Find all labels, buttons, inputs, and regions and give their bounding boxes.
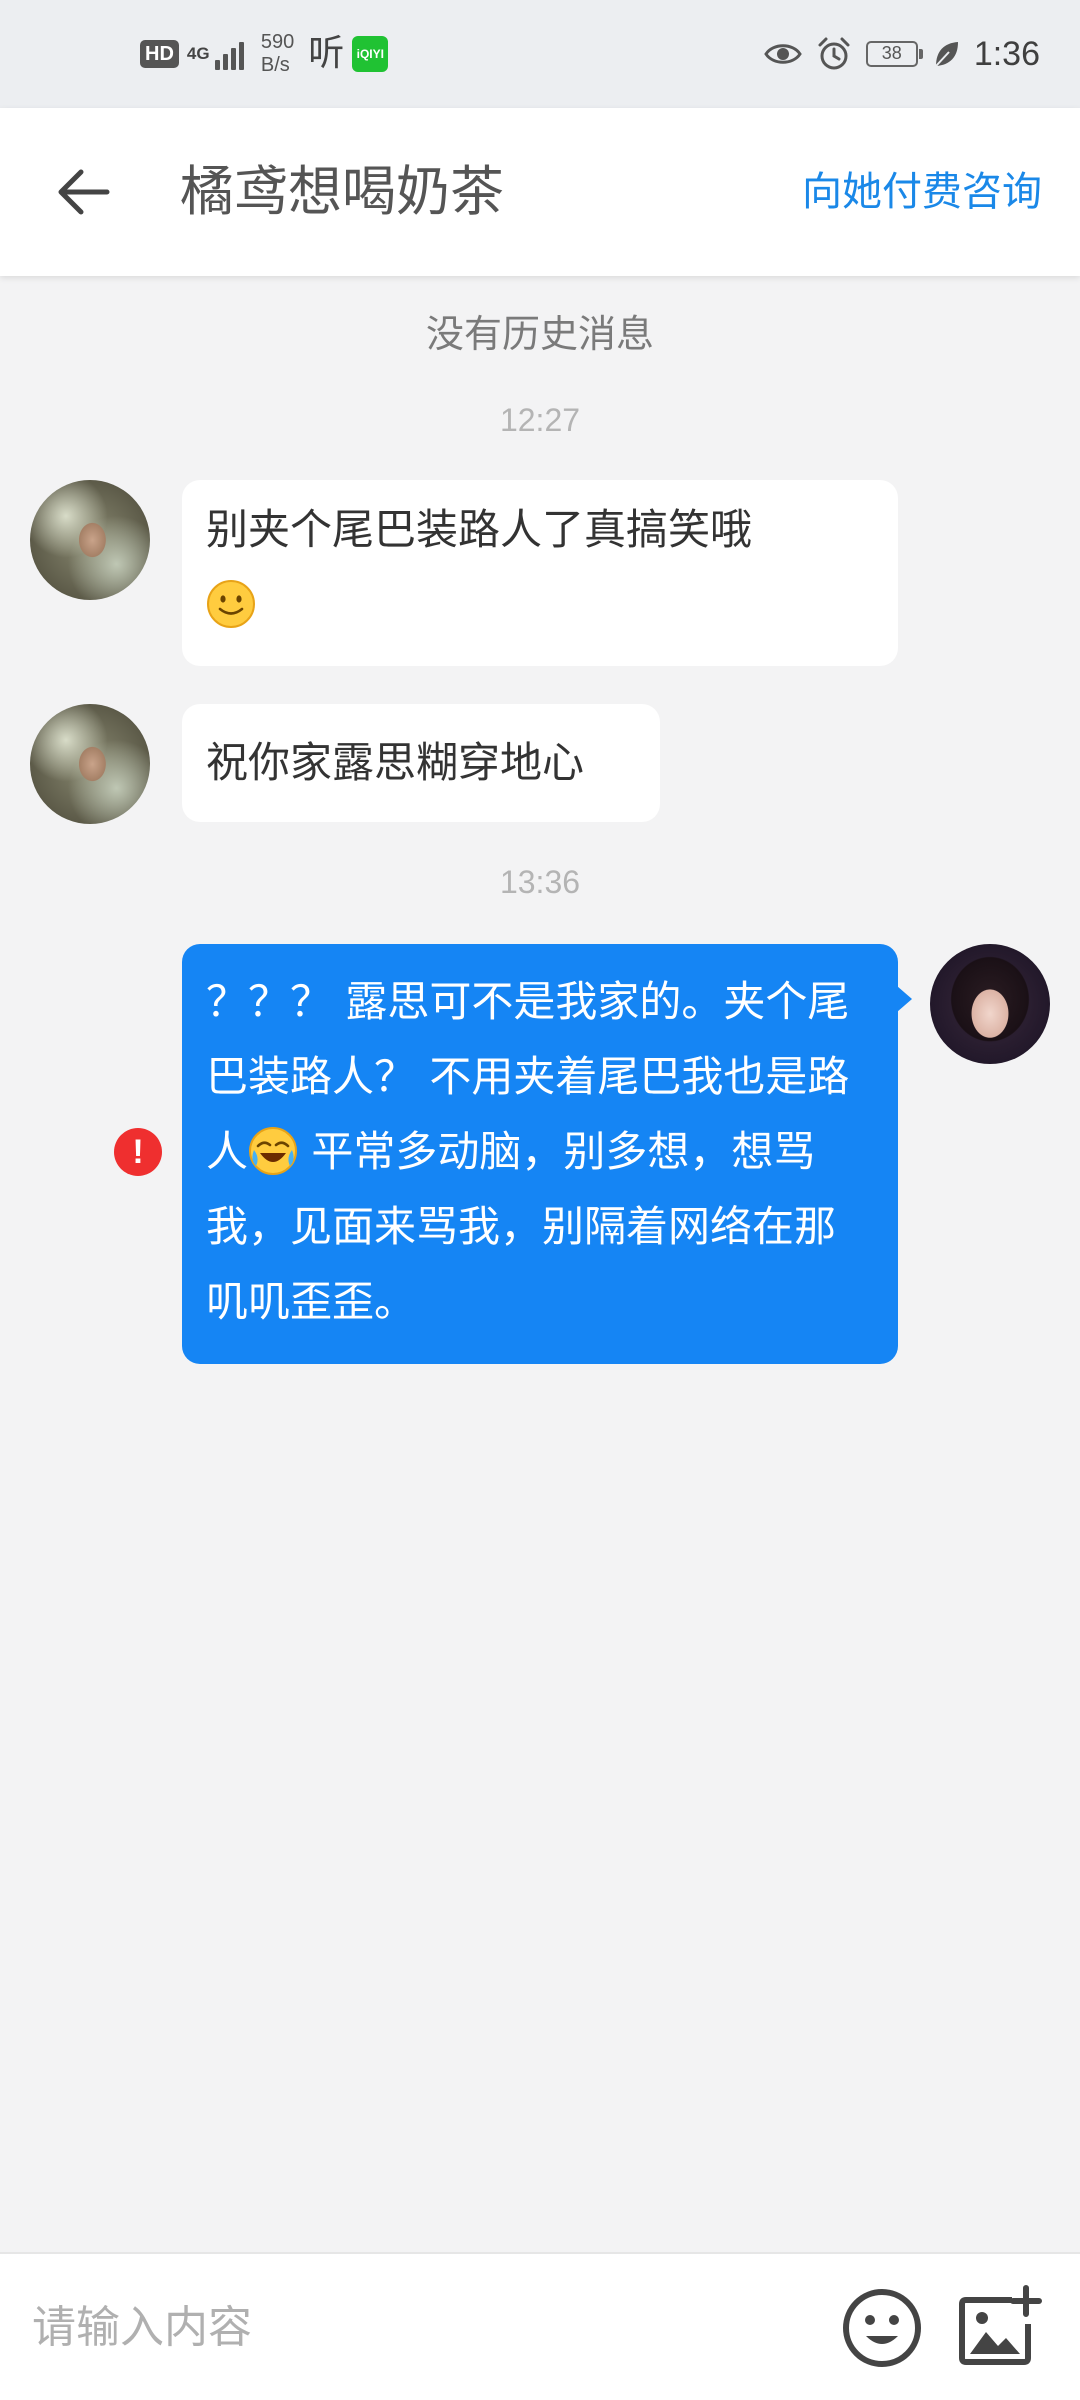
chat-screen: HD 4G 590 B/s 听 iQIYI 38 1:36 橘鸢想喝奶茶 向她付… xyxy=(0,0,1080,2400)
network-speed-unit: B/s xyxy=(260,54,290,76)
iqiyi-app-icon: iQIYI xyxy=(352,36,389,72)
message-input[interactable] xyxy=(32,2292,792,2362)
error-icon[interactable]: ! xyxy=(114,1128,162,1176)
network-speed: 590 B/s xyxy=(261,31,294,77)
message-text: 别夹个尾巴装路人了真搞笑哦 xyxy=(206,505,753,554)
eye-icon xyxy=(764,44,802,64)
no-history-label: 没有历史消息 xyxy=(425,312,654,356)
input-bar xyxy=(0,2252,1080,2400)
message-text-part2: 平常多动脑，别多想，想骂我，见面来骂我，别隔着网络在那叽叽歪歪。 xyxy=(206,1127,837,1326)
message-text: 祝你家露思糊穿地心 xyxy=(206,738,585,787)
incoming-message-bubble[interactable]: 别夹个尾巴装路人了真搞笑哦 xyxy=(182,480,898,666)
contact-avatar[interactable] xyxy=(30,704,150,824)
status-bar: HD 4G 590 B/s 听 iQIYI 38 1:36 xyxy=(0,0,1080,108)
emoji-button[interactable] xyxy=(840,2286,924,2370)
contact-avatar[interactable] xyxy=(30,480,150,600)
clock-time: 1:36 xyxy=(973,34,1040,73)
my-avatar[interactable] xyxy=(930,944,1050,1064)
ting-app-icon: 听 xyxy=(308,33,345,74)
network-type: 4G xyxy=(186,44,210,63)
image-add-icon xyxy=(959,2285,1042,2365)
leaf-icon xyxy=(935,42,958,67)
battery-icon: 38 xyxy=(865,41,923,67)
laughing-crying-emoji xyxy=(249,1127,298,1175)
back-arrow-icon xyxy=(58,169,110,215)
back-button[interactable] xyxy=(44,152,124,232)
network-speed-value: 590 xyxy=(260,31,295,53)
chat-title: 橘鸢想喝奶茶 xyxy=(180,160,504,223)
message-timestamp: 13:36 xyxy=(499,864,581,900)
paid-consult-button[interactable]: 向她付费咨询 xyxy=(802,166,1042,218)
chat-header: 橘鸢想喝奶茶 向她付费咨询 xyxy=(0,108,1080,276)
incoming-message-bubble[interactable]: 祝你家露思糊穿地心 xyxy=(182,704,660,822)
alarm-icon xyxy=(818,37,850,70)
image-button[interactable] xyxy=(956,2284,1042,2370)
slightly-smiling-emoji xyxy=(207,580,255,628)
hd-badge: HD xyxy=(140,40,179,68)
status-bar-left: HD 4G 590 B/s 听 iQIYI xyxy=(140,30,389,78)
signal-icon xyxy=(214,38,247,70)
emoji-smile-icon xyxy=(843,2289,921,2367)
status-bar-right: 38 1:36 xyxy=(764,30,1040,78)
outgoing-message-bubble[interactable]: ？？？ 露思可不是我家的。夹个尾巴装路人？ 不用夹着尾巴我也是路人 平常多动脑，… xyxy=(182,944,912,1364)
message-list[interactable]: 没有历史消息 12:27 别夹个尾巴装路人了真搞笑哦 祝你家露思糊穿地心 13:… xyxy=(0,276,1080,2252)
message-timestamp: 12:27 xyxy=(499,402,581,438)
